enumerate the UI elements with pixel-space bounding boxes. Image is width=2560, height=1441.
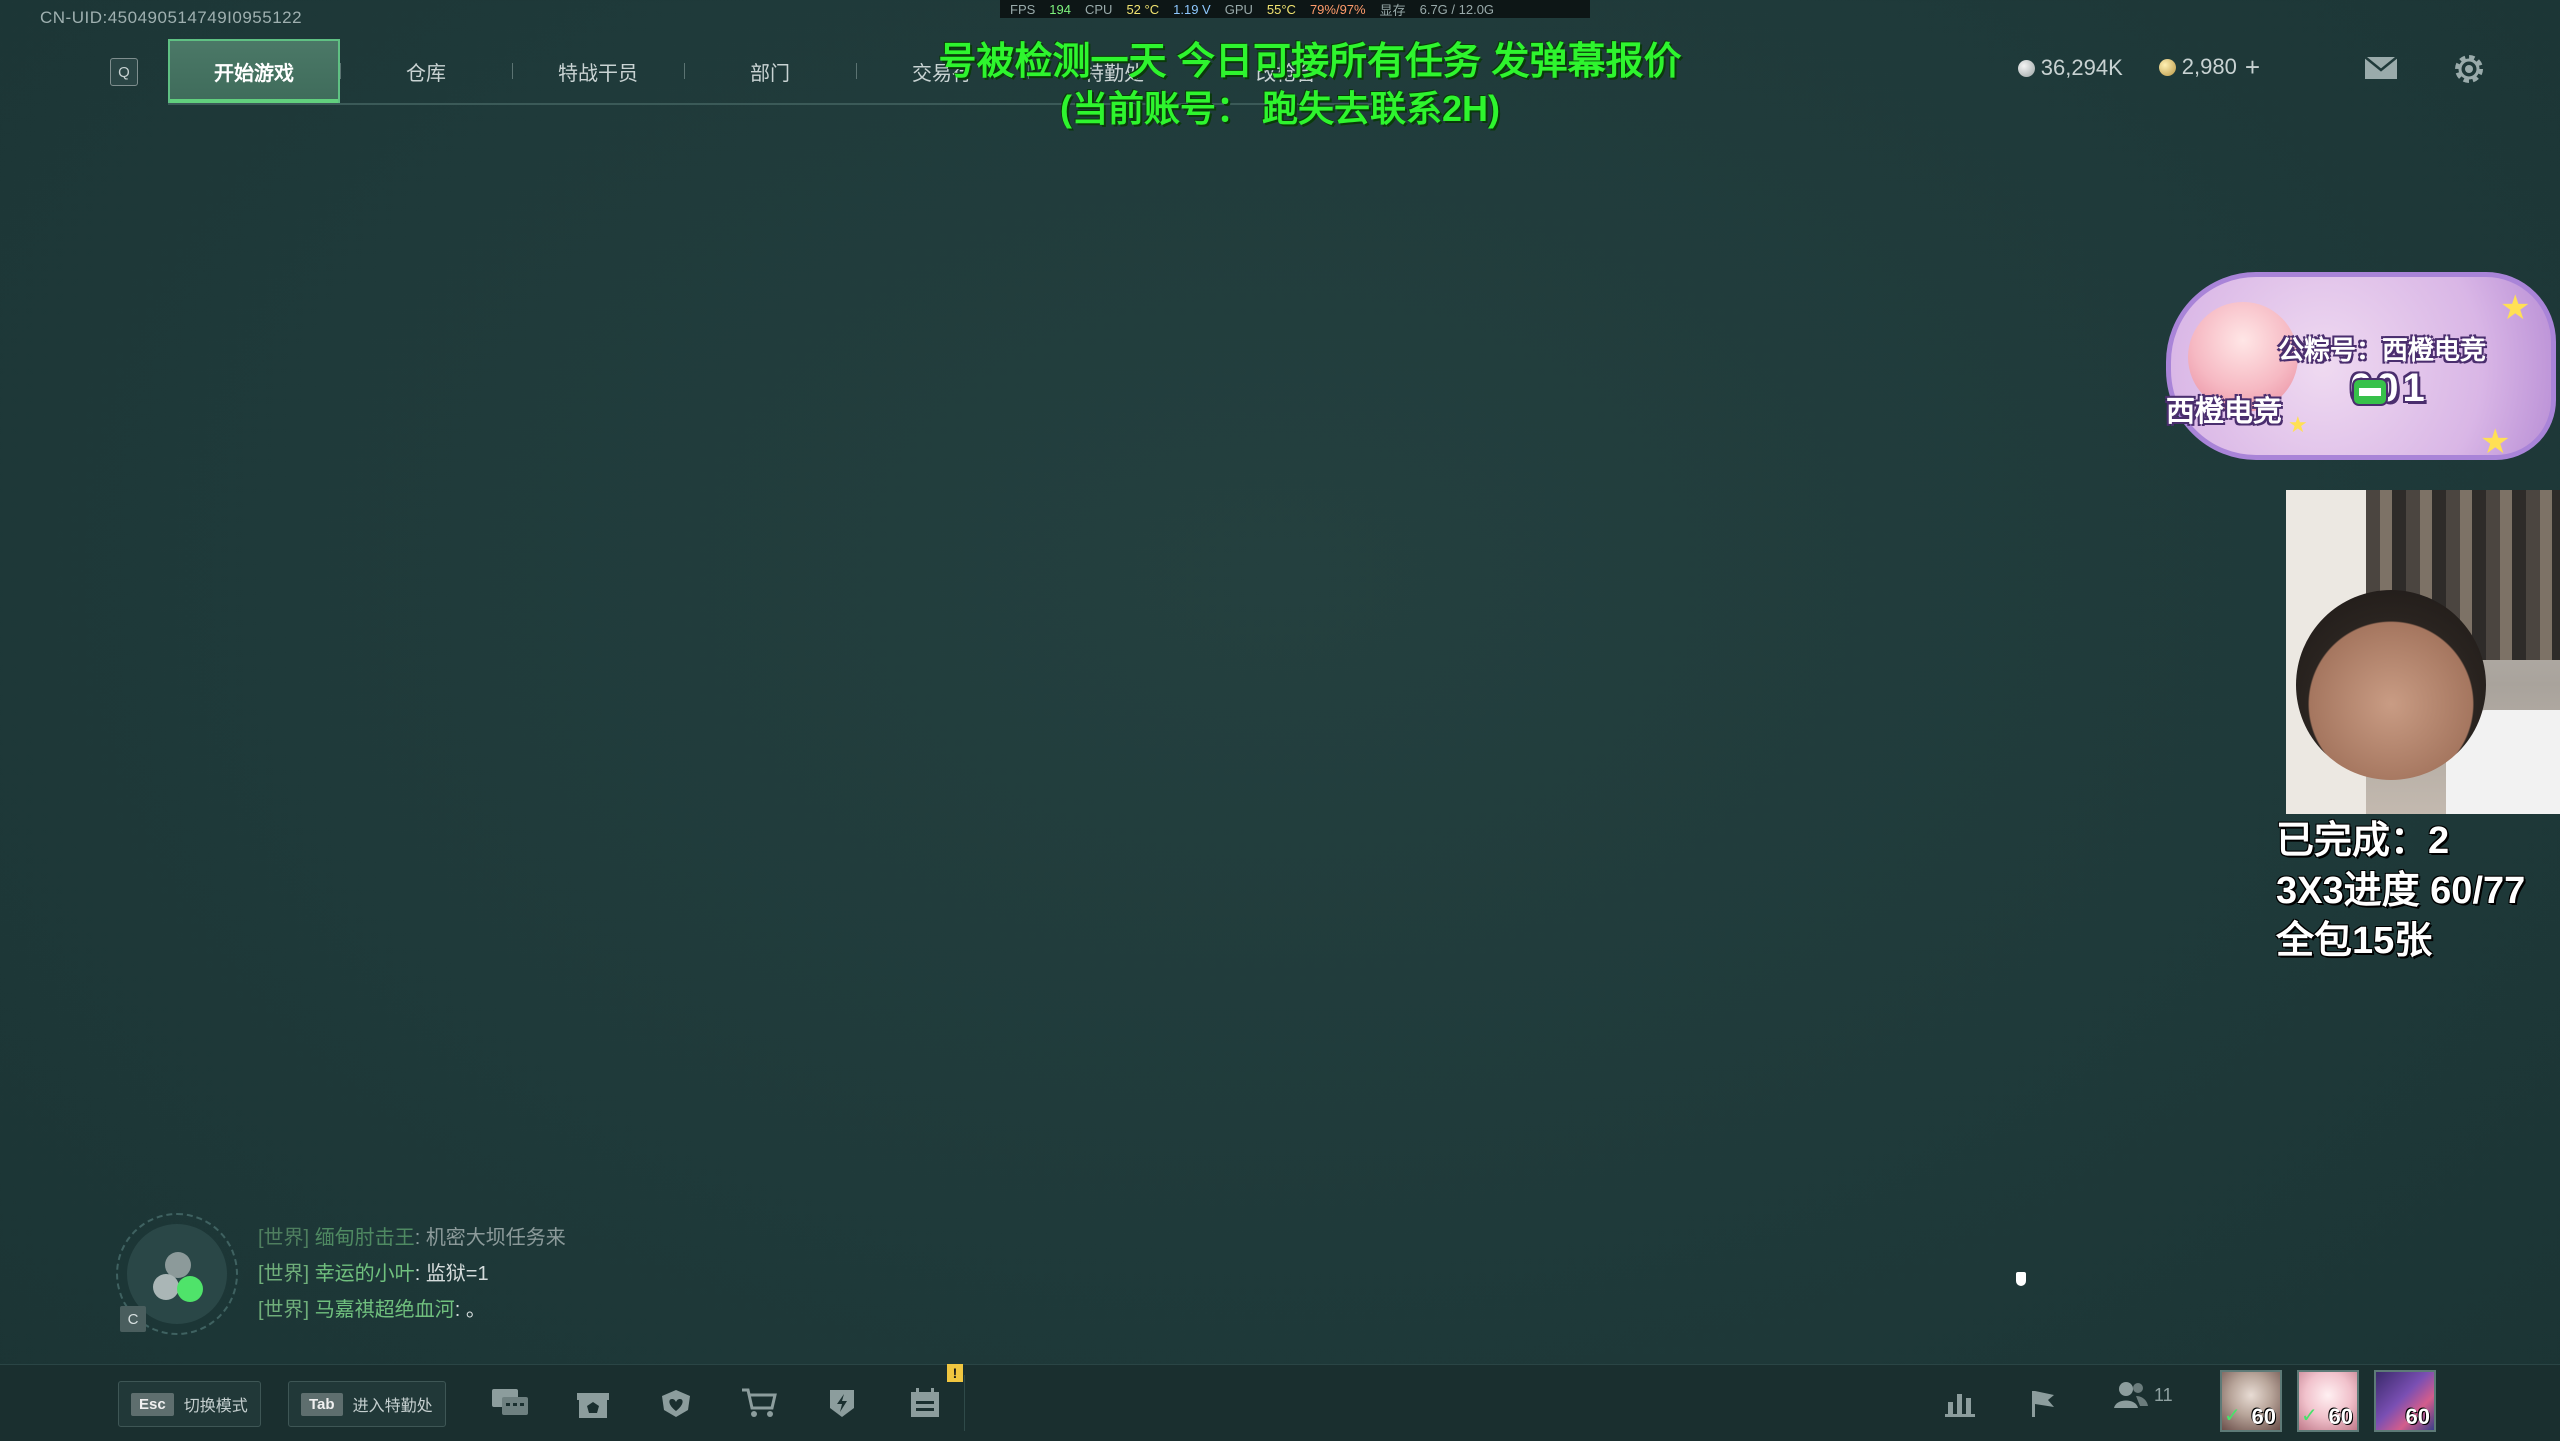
tab-keycap: Tab — [301, 1392, 343, 1416]
badge-public-account: 公粽号：西橙电竞 — [2278, 335, 2487, 365]
star-icon: ★ — [2500, 289, 2531, 327]
vram-label: 显存 — [1379, 2, 1406, 18]
operator-slot[interactable]: ✓ 60 — [2220, 1370, 2282, 1432]
flag-icon[interactable] — [2013, 1379, 2073, 1427]
gift-icon[interactable] — [563, 1379, 623, 1427]
mail-icon[interactable] — [2364, 56, 2398, 85]
chat-icon[interactable] — [480, 1379, 540, 1427]
operator-level: 60 — [2328, 1404, 2353, 1429]
friends-count: 11 — [2154, 1384, 2173, 1405]
operator-level: 60 — [2251, 1404, 2276, 1429]
enter-special-ops-label: 进入特勤处 — [352, 1398, 433, 1415]
world-chat: [世界] 缅甸肘击王: 机密大坝任务来 [世界] 幸运的小叶: 监狱=1 [世界… — [258, 1220, 566, 1328]
silver-currency: 36,294K — [2017, 54, 2123, 81]
chat-text: 。 — [465, 1299, 486, 1321]
heart-badge-icon[interactable] — [646, 1379, 706, 1427]
uid-label: CN-UID:450490514749I0955122 — [40, 8, 303, 27]
chat-user[interactable]: 缅甸肘击王 — [315, 1227, 415, 1249]
chat-text: 机密大坝任务来 — [425, 1227, 566, 1249]
chat-user[interactable]: 马嘉祺超绝血河 — [315, 1299, 455, 1321]
battle-pass-icon[interactable] — [812, 1379, 872, 1427]
friends-icon — [2114, 1382, 2148, 1408]
mouse-cursor — [2016, 1272, 2026, 1286]
warning-badge: ! — [947, 1364, 963, 1382]
gold-amount: 2,980 — [2181, 54, 2237, 79]
gpu-label: GPU — [1224, 1, 1253, 17]
chat-channel: [世界] — [258, 1263, 310, 1285]
gold-currency: 2,980 + — [2158, 52, 2260, 83]
webcam-feed — [2286, 490, 2560, 814]
cpu-temp: 52 °C — [1126, 1, 1160, 17]
stats-progress: 3X3进度 60/77 — [2276, 870, 2526, 912]
fps-value: 194 — [1049, 1, 1071, 17]
cpu-label: CPU — [1085, 1, 1113, 17]
hotkey-c: C — [120, 1306, 146, 1332]
fps-label: FPS — [1010, 1, 1036, 17]
star-icon: ★ — [2480, 423, 2511, 461]
streamer-badge: ★ ★ ★ 公粽号：西橙电竞 001 西橙电竞 — [2160, 262, 2560, 474]
check-icon: ✓ — [2224, 1405, 2241, 1427]
chat-text: 监狱=1 — [425, 1263, 489, 1285]
cpu-volt: 1.19 V — [1173, 1, 1211, 17]
operator-level: 60 — [2405, 1404, 2430, 1429]
bottom-bar: Esc 切换模式 Tab 进入特勤处 — [0, 1364, 2560, 1441]
esc-keycap: Esc — [131, 1392, 174, 1416]
gold-coin-icon — [2158, 59, 2176, 76]
stats-completed: 已完成：2 — [2276, 820, 2450, 862]
switch-mode-button[interactable]: Esc 切换模式 — [118, 1381, 261, 1427]
chat-channel: [世界] — [258, 1299, 310, 1321]
performance-overlay: FPS 194 CPU 52 °C 1.19 V GPU 55°C 79%/97… — [1000, 0, 1590, 18]
star-icon: ★ — [2288, 412, 2308, 437]
switch-mode-label: 切换模式 — [183, 1398, 248, 1415]
enter-special-ops-button[interactable]: Tab 进入特勤处 — [288, 1381, 446, 1427]
chat-message: [世界] 马嘉祺超绝血河: 。 — [258, 1299, 486, 1321]
silver-amount: 36,294K — [2040, 54, 2123, 80]
calendar-icon[interactable] — [895, 1379, 955, 1427]
friends-button[interactable]: 11 — [2114, 1380, 2173, 1410]
gpu-usage: 79%/97% — [1309, 1, 1366, 17]
chat-message: [世界] 缅甸肘击王: 机密大坝任务来 — [258, 1227, 566, 1249]
operator-slot[interactable]: ✓ 60 — [2297, 1370, 2359, 1432]
chat-channel: [世界] — [258, 1227, 310, 1249]
webcam-person — [2296, 590, 2486, 780]
xbox-logo-icon — [2352, 378, 2388, 406]
gpu-temp: 55°C — [1266, 1, 1296, 17]
progress-stats: 已完成：2 3X3进度 60/77 全包15张 — [2276, 816, 2525, 966]
currency-bar: 36,294K 2,980 + — [2017, 52, 2260, 83]
chat-user[interactable]: 幸运的小叶 — [315, 1263, 415, 1285]
divider — [964, 1375, 965, 1431]
stream-overlay-line2: (当前账号： 跑失去联系2H) — [1060, 88, 1500, 129]
add-currency-icon[interactable]: + — [2245, 52, 2260, 82]
chat-message: [世界] 幸运的小叶: 监狱=1 — [258, 1263, 489, 1285]
operator-slot[interactable]: 60 — [2374, 1370, 2436, 1432]
stats-bundle: 全包15张 — [2276, 920, 2433, 962]
badge-name: 西橙电竞 — [2166, 396, 2283, 428]
gear-icon[interactable] — [2452, 52, 2486, 91]
check-icon: ✓ — [2301, 1405, 2318, 1427]
shop-cart-icon[interactable] — [729, 1379, 789, 1427]
vram-value: 6.7G / 12.0G — [1419, 1, 1495, 17]
silver-coin-icon — [2017, 59, 2035, 77]
stats-chart-icon[interactable] — [1930, 1379, 1990, 1427]
